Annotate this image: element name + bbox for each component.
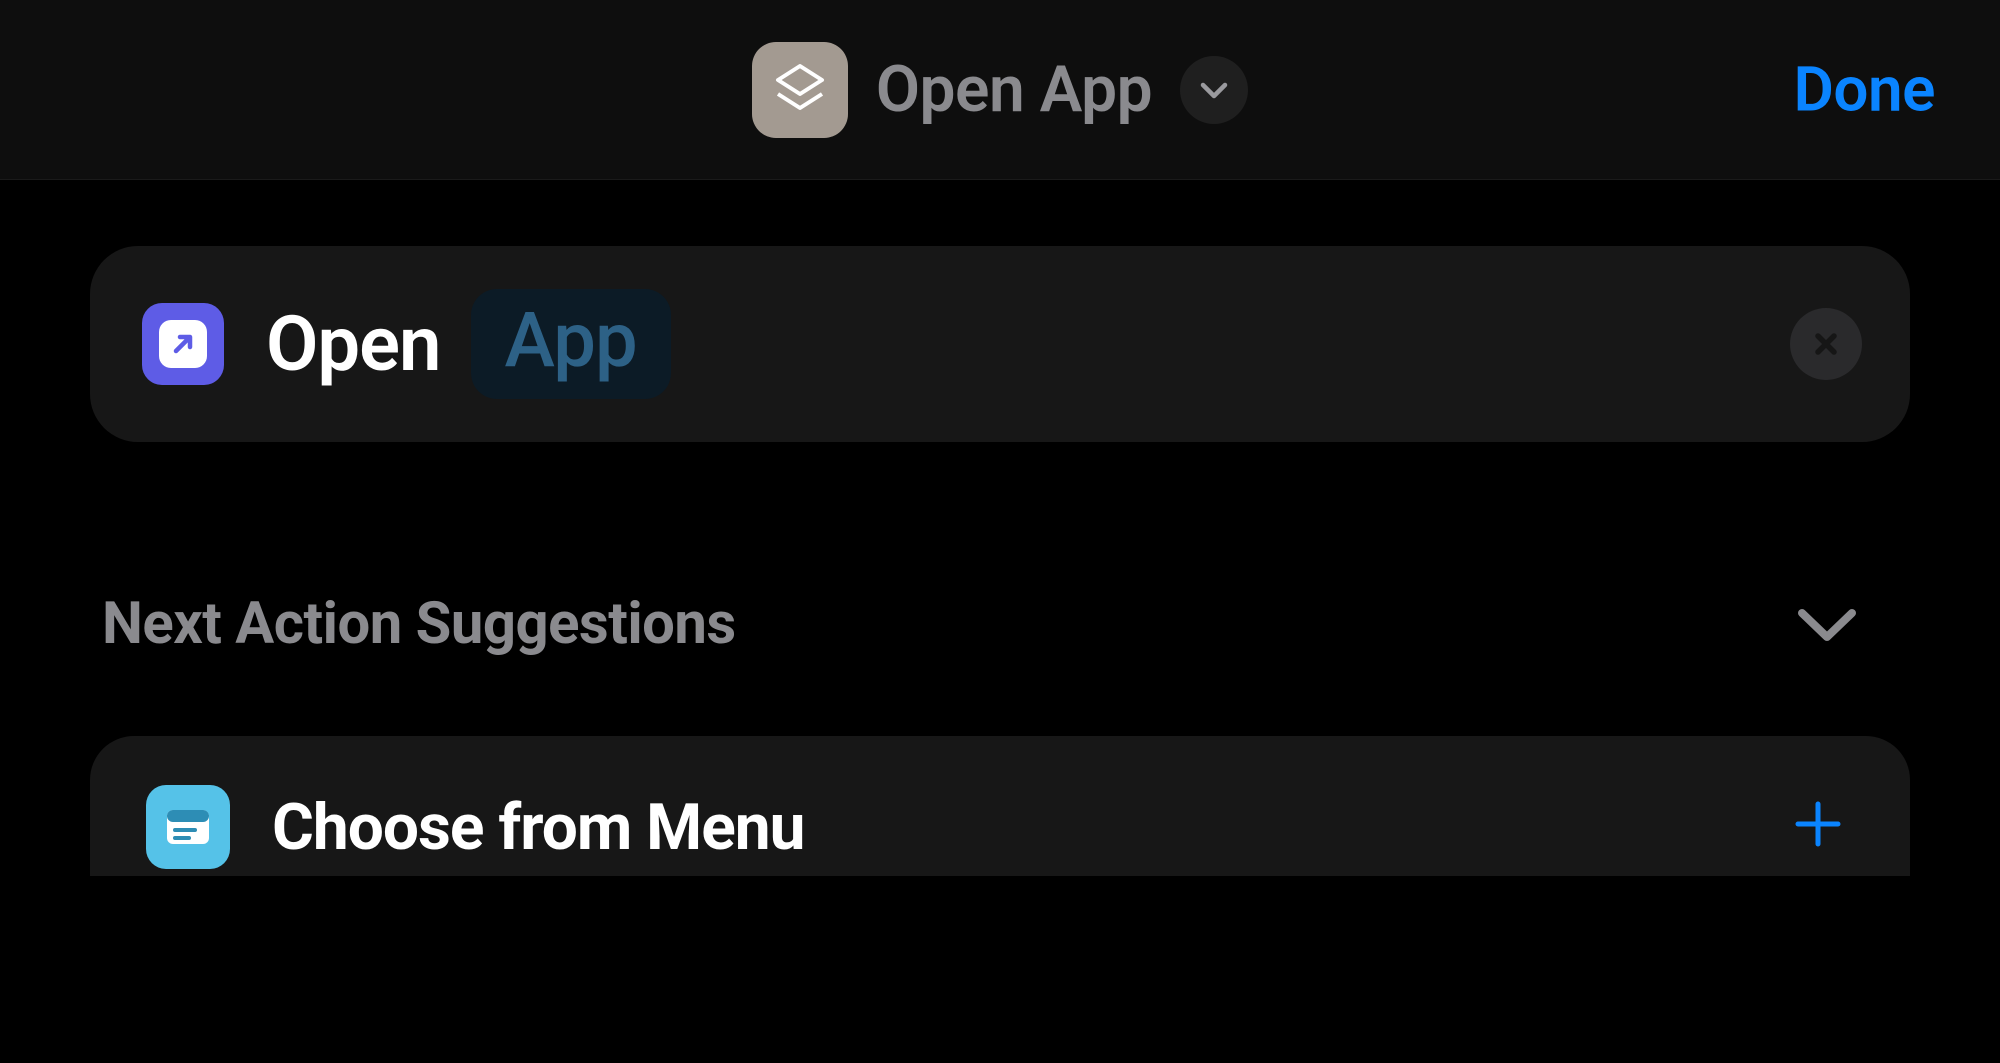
shortcuts-icon bbox=[752, 42, 848, 138]
header-bar: Open App Done bbox=[0, 0, 2000, 180]
delete-action-button[interactable] bbox=[1790, 308, 1862, 380]
close-icon bbox=[1809, 327, 1843, 361]
open-app-icon bbox=[142, 303, 224, 385]
action-text: Open App bbox=[266, 289, 671, 399]
menu-icon bbox=[146, 785, 230, 869]
header-dropdown-button[interactable] bbox=[1180, 56, 1248, 124]
chevron-down-icon bbox=[1197, 73, 1231, 107]
plus-icon bbox=[1790, 796, 1846, 852]
suggestions-title: Next Action Suggestions bbox=[102, 590, 736, 658]
arrow-up-right-icon bbox=[168, 329, 198, 359]
action-app-token[interactable]: App bbox=[471, 289, 671, 399]
suggestions-header: Next Action Suggestions bbox=[90, 590, 1910, 658]
header-center: Open App bbox=[752, 42, 1248, 138]
header-title[interactable]: Open App bbox=[876, 52, 1152, 127]
action-card-open-app[interactable]: Open App bbox=[90, 246, 1910, 442]
content-area: Open App Next Action Suggestions Ch bbox=[0, 246, 2000, 876]
action-verb: Open bbox=[266, 299, 441, 389]
done-button[interactable]: Done bbox=[1794, 53, 1935, 126]
chevron-down-icon bbox=[1794, 603, 1860, 645]
collapse-suggestions-button[interactable] bbox=[1794, 603, 1860, 645]
suggestion-item-choose-from-menu[interactable]: Choose from Menu bbox=[90, 736, 1910, 876]
add-suggestion-button[interactable] bbox=[1790, 785, 1846, 870]
suggestion-label: Choose from Menu bbox=[272, 790, 804, 865]
